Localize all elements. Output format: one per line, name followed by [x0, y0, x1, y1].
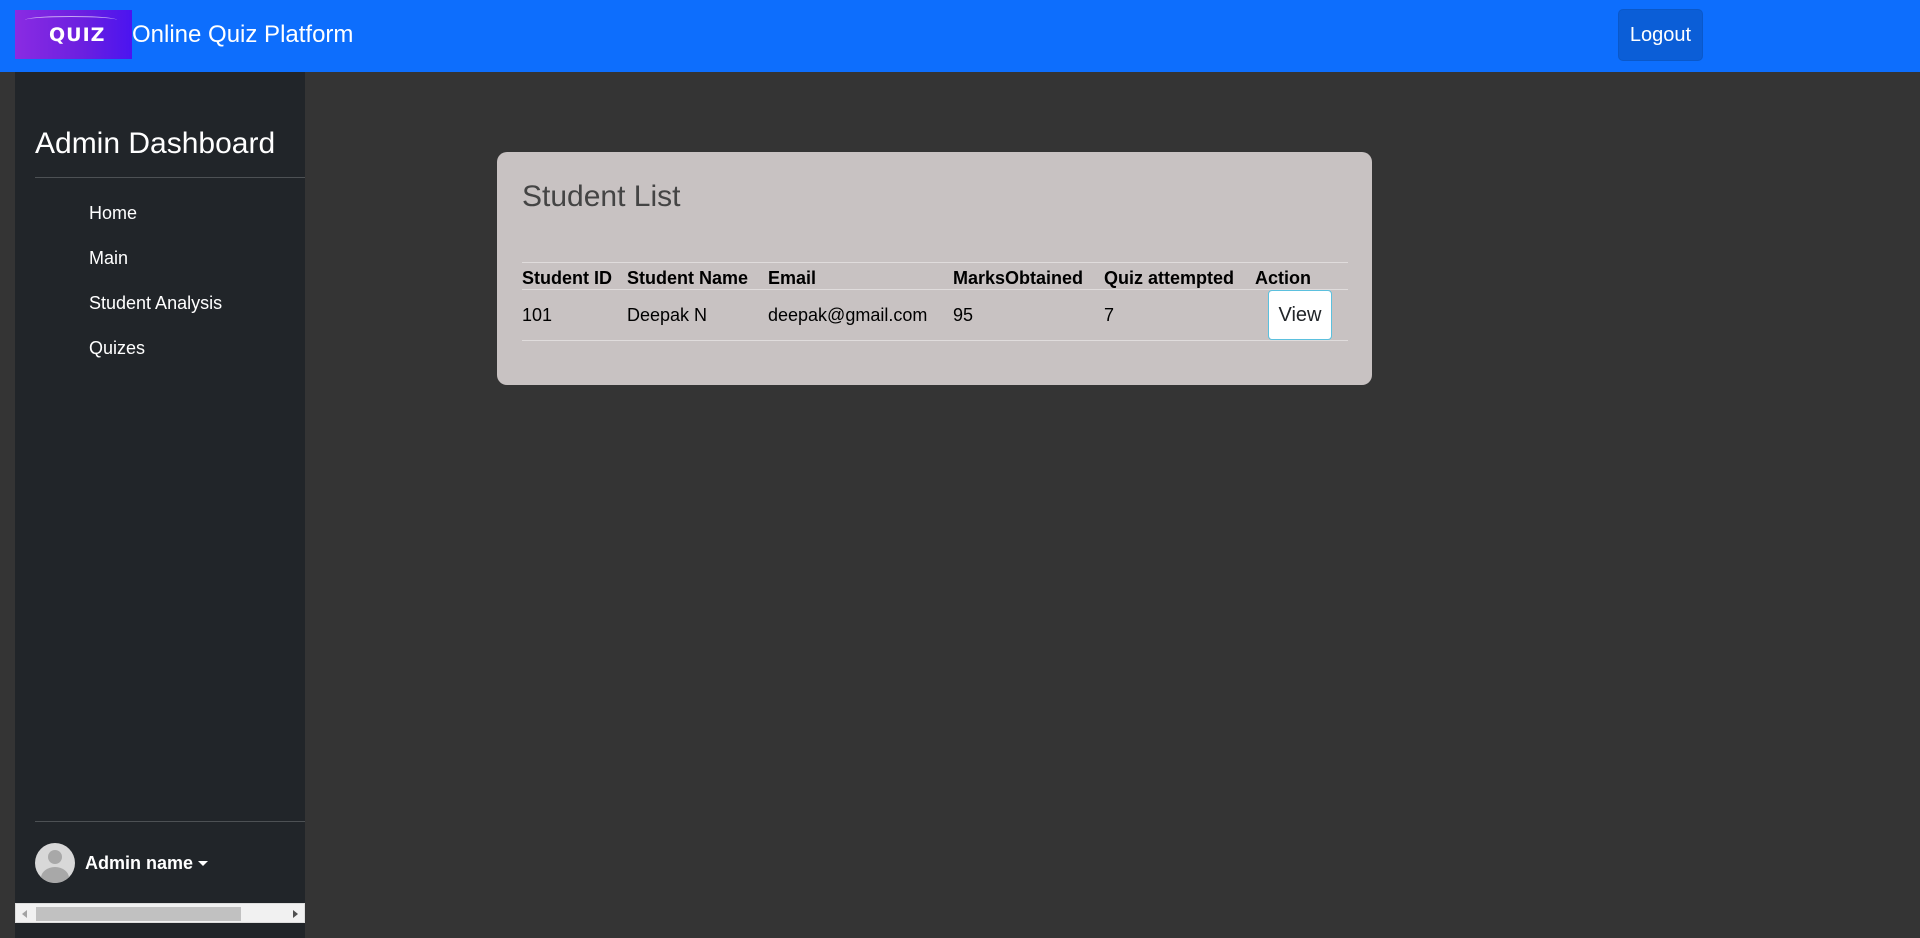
column-header-student-name: Student Name: [627, 262, 768, 290]
card-title: Student List: [522, 180, 681, 213]
sidebar: Admin Dashboard Home Main Student Analys…: [15, 72, 305, 938]
user-name: Admin name: [85, 852, 194, 873]
logo-decoration: [25, 16, 117, 24]
sidebar-item-main[interactable]: Main: [89, 247, 222, 292]
cell-student-id: 101: [522, 289, 627, 341]
logo-text: QUIZ: [49, 24, 106, 46]
sidebar-item-home[interactable]: Home: [89, 202, 222, 247]
top-navbar: QUIZ Online Quiz Platform Logout: [0, 0, 1920, 72]
cell-student-name: Deepak N: [627, 289, 768, 341]
sidebar-item-quizes[interactable]: Quizes: [89, 337, 222, 382]
cell-marks: 95: [953, 289, 1104, 341]
brand-title[interactable]: Online Quiz Platform: [132, 21, 353, 49]
sidebar-divider: [35, 177, 305, 178]
scroll-left-icon[interactable]: [22, 910, 27, 918]
avatar: [35, 843, 75, 883]
column-header-marks: MarksObtained: [953, 262, 1104, 290]
view-button[interactable]: View: [1268, 290, 1332, 340]
student-table: Student ID Student Name Email MarksObtai…: [522, 262, 1348, 341]
column-header-quiz-attempted: Quiz attempted: [1104, 262, 1255, 290]
column-header-student-id: Student ID: [522, 262, 627, 290]
table-header-row: Student ID Student Name Email MarksObtai…: [522, 262, 1348, 290]
sidebar-item-student-analysis[interactable]: Student Analysis: [89, 292, 222, 337]
caret-down-icon: [198, 860, 209, 866]
table-row: 101 Deepak N deepak@gmail.com 95 7 View: [522, 289, 1348, 341]
cell-email: deepak@gmail.com: [768, 289, 953, 341]
scrollbar-thumb[interactable]: [36, 907, 241, 921]
cell-action: View: [1255, 289, 1348, 341]
column-header-email: Email: [768, 262, 953, 290]
cell-quiz-attempted: 7: [1104, 289, 1255, 341]
sidebar-title: Admin Dashboard: [35, 127, 276, 160]
column-header-action: Action: [1255, 262, 1348, 290]
student-list-card: Student List Student ID Student Name Ema…: [497, 152, 1372, 385]
horizontal-scrollbar[interactable]: [15, 903, 305, 923]
sidebar-nav: Home Main Student Analysis Quizes: [89, 202, 222, 382]
quiz-logo[interactable]: QUIZ: [15, 10, 132, 59]
scroll-right-icon[interactable]: [293, 910, 298, 918]
logout-button[interactable]: Logout: [1618, 9, 1703, 61]
user-dropdown[interactable]: Admin name: [35, 843, 209, 883]
sidebar-divider-bottom: [35, 821, 305, 822]
